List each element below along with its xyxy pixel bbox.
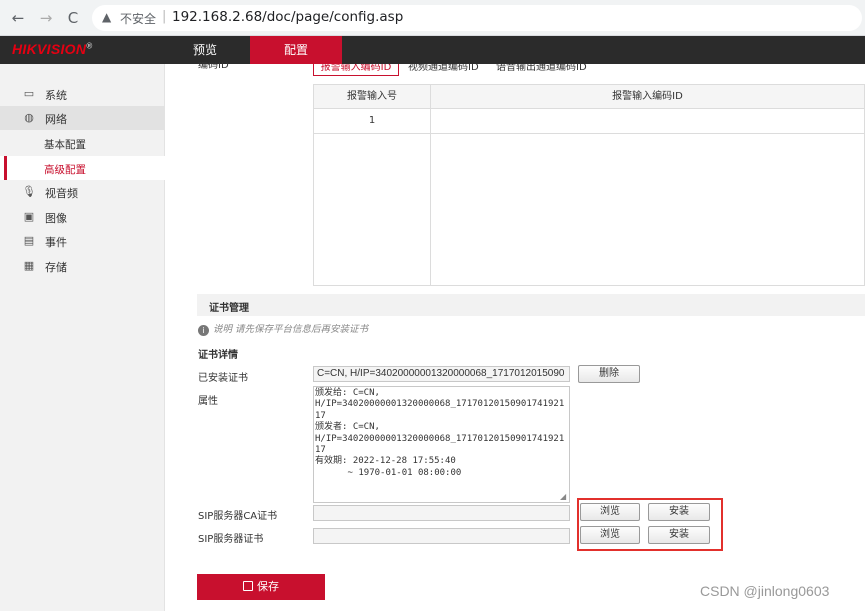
sidebar-item-label: 系统 <box>45 89 67 102</box>
tab-preview[interactable]: 预览 <box>160 36 250 64</box>
app-header: HIKVISION® 预览 配置 <box>0 36 865 64</box>
sidebar-item-label: 图像 <box>45 212 67 225</box>
sidebar-item-label: 事件 <box>45 236 67 249</box>
sidebar-item-system[interactable]: ▭ 系统 <box>0 82 165 106</box>
sidebar: ▭ 系统 ◍ 网络 基本配置 高级配置 🎙 视音频 ▣ 图像 ▤ 事件 ▦ 存储 <box>0 64 165 611</box>
cert-note: i 说明 请先保存平台信息后再安装证书 <box>198 321 368 336</box>
hikvision-logo: HIKVISION® <box>12 41 93 57</box>
microphone-icon: 🎙 <box>22 185 36 198</box>
save-button-label: 保存 <box>257 580 279 593</box>
save-disk-icon <box>243 581 253 591</box>
encode-id-subtabs: 报警输入编码ID 视频通道编码ID 语音输出通道编码ID <box>313 64 587 76</box>
sidebar-item-image[interactable]: ▣ 图像 <box>0 205 165 229</box>
sidebar-subitem-basic-config[interactable]: 基本配置 <box>0 131 165 155</box>
row-divider <box>314 133 864 134</box>
forward-arrow-icon[interactable]: → <box>36 8 56 28</box>
subtab-video-channel-id[interactable]: 视频通道编码ID <box>408 64 479 76</box>
annotation-highlight-box <box>577 498 723 551</box>
cert-note-text: 说明 请先保存平台信息后再安装证书 <box>213 324 369 335</box>
subtab-alarm-input-id[interactable]: 报警输入编码ID <box>313 64 399 76</box>
tab-config[interactable]: 配置 <box>250 36 342 64</box>
subtab-audio-output-id[interactable]: 语音输出通道编码ID <box>496 64 587 76</box>
browser-toolbar: ← → C ▲ 不安全 | 192.168.2.68/doc/page/conf… <box>0 0 865 36</box>
disk-icon: ▦ <box>23 259 35 272</box>
cert-section-header: 证书管理 <box>197 294 865 316</box>
alarm-input-table: 报警输入号 报警输入编码ID 1 <box>313 84 865 286</box>
cert-attributes-textarea[interactable]: 颁发给: C=CN, H/IP=34020000001320000068_171… <box>313 386 570 503</box>
sidebar-item-network[interactable]: ◍ 网络 <box>0 106 165 130</box>
resize-grip-icon[interactable]: ◢ <box>560 493 568 501</box>
cert-details-title: 证书详情 <box>198 350 238 361</box>
sidebar-subitem-label: 高级配置 <box>44 164 86 176</box>
sidebar-item-storage[interactable]: ▦ 存储 <box>0 254 165 278</box>
sidebar-item-event[interactable]: ▤ 事件 <box>0 229 165 253</box>
watermark: CSDN @jinlong0603 <box>700 583 830 599</box>
sip-ca-cert-path-field[interactable] <box>313 505 570 521</box>
installed-cert-field[interactable]: C=CN, H/IP=34020000001320000068_17170120… <box>313 366 570 382</box>
warning-icon[interactable]: ▲ <box>102 10 111 24</box>
sidebar-subitem-label: 基本配置 <box>44 139 86 151</box>
insecure-label[interactable]: 不安全 <box>120 10 156 27</box>
table-header-alarm-input-id: 报警输入编码ID <box>431 85 864 109</box>
calendar-icon: ▤ <box>23 234 35 247</box>
encode-id-label: 编码ID <box>198 62 229 71</box>
image-icon: ▣ <box>23 210 35 223</box>
installed-cert-label: 已安装证书 <box>198 373 248 384</box>
attr-label: 属性 <box>198 396 218 407</box>
sidebar-item-label: 存储 <box>45 261 67 274</box>
sidebar-item-label: 网络 <box>45 113 67 126</box>
back-arrow-icon[interactable]: ← <box>8 8 28 28</box>
table-cell-alarm-input-no: 1 <box>368 115 376 126</box>
address-bar[interactable]: ▲ 不安全 | 192.168.2.68/doc/page/config.asp <box>92 5 862 31</box>
sip-cert-label: SIP服务器证书 <box>198 534 264 545</box>
sidebar-item-audio-video[interactable]: 🎙 视音频 <box>0 180 165 204</box>
delete-button[interactable]: 删除 <box>578 365 640 383</box>
url-text[interactable]: 192.168.2.68/doc/page/config.asp <box>172 9 403 25</box>
reload-icon[interactable]: C <box>63 8 83 28</box>
monitor-icon: ▭ <box>23 87 35 100</box>
sidebar-item-label: 视音频 <box>45 187 78 200</box>
table-header-alarm-input-no: 报警输入号 <box>314 85 430 109</box>
info-icon: i <box>198 325 209 336</box>
sip-ca-cert-label: SIP服务器CA证书 <box>198 511 278 522</box>
sidebar-subitem-advanced-config[interactable]: 高级配置 <box>0 156 165 180</box>
globe-icon: ◍ <box>24 111 34 124</box>
table-cell-alarm-input-id[interactable] <box>431 109 864 133</box>
save-button[interactable]: 保存 <box>197 574 325 600</box>
cert-section-title: 证书管理 <box>209 303 249 314</box>
sip-cert-path-field[interactable] <box>313 528 570 544</box>
url-separator: | <box>162 9 167 24</box>
